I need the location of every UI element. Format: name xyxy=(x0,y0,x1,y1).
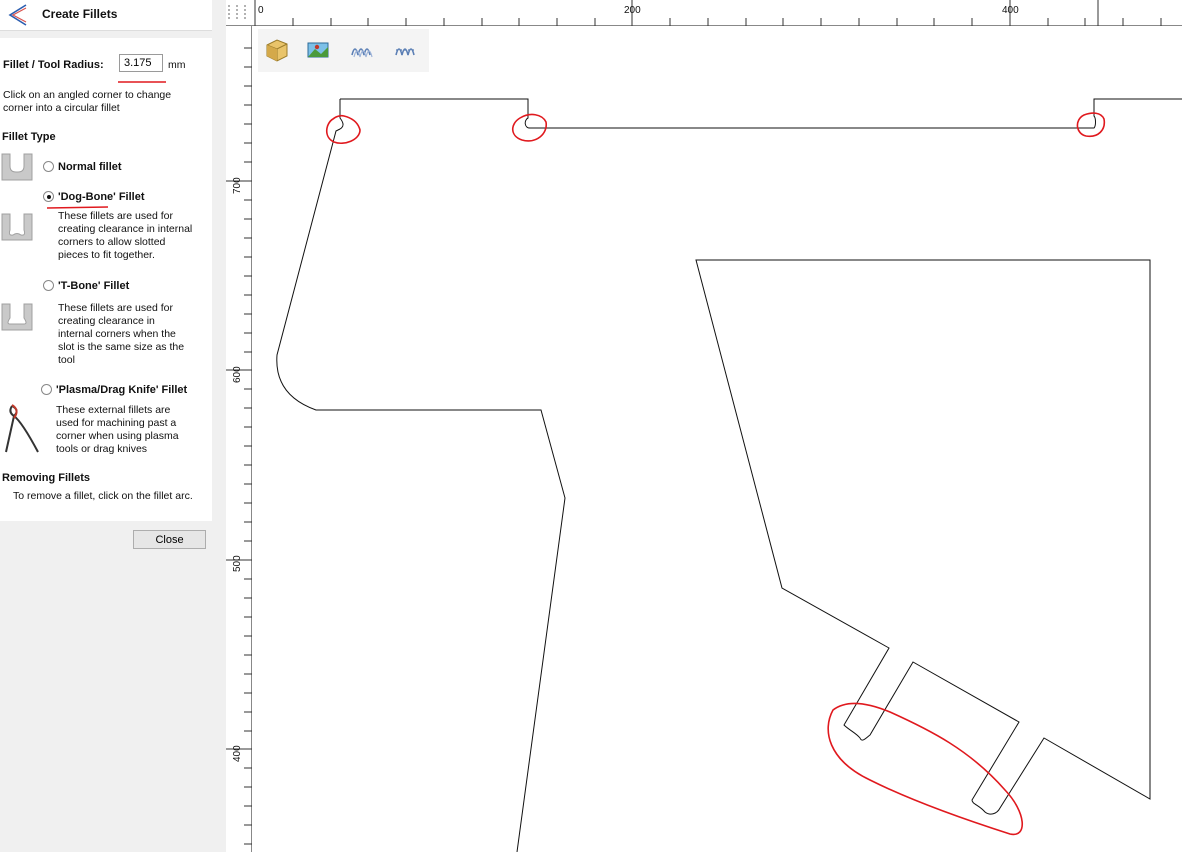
removing-fillets-heading: Removing Fillets xyxy=(2,472,91,484)
radius-input[interactable] xyxy=(119,54,163,72)
dog-bone-desc-2: creating clearance in internal xyxy=(58,223,193,235)
normal-fillet-label[interactable]: Normal fillet xyxy=(58,161,122,173)
horizontal-ruler xyxy=(226,0,1182,26)
t-bone-fillet-icon xyxy=(1,303,33,331)
instructions-line-1: Click on an angled corner to change xyxy=(3,89,172,101)
radius-unit: mm xyxy=(168,59,186,71)
t-bone-desc-1: These fillets are used for xyxy=(58,302,173,314)
plasma-fillet-label[interactable]: 'Plasma/Drag Knife' Fillet xyxy=(56,384,187,396)
instructions-line-2: corner into a circular fillet xyxy=(3,102,120,114)
radius-label: Fillet / Tool Radius: xyxy=(3,59,104,71)
plasma-desc-3: corner when using plasma xyxy=(56,430,179,442)
plasma-desc-1: These external fillets are xyxy=(56,404,171,416)
create-fillets-panel: Create Fillets Fillet / Tool Radius: mm … xyxy=(0,0,212,852)
removing-fillets-text: To remove a fillet, click on the fillet … xyxy=(13,490,193,502)
fillet-type-heading: Fillet Type xyxy=(2,131,56,143)
close-button[interactable]: Close xyxy=(133,530,206,549)
dog-bone-fillet-label[interactable]: 'Dog-Bone' Fillet xyxy=(58,191,145,203)
dog-bone-fillet-icon xyxy=(1,213,33,241)
t-bone-fillet-label[interactable]: 'T-Bone' Fillet xyxy=(58,280,129,292)
vertical-ruler xyxy=(226,0,252,852)
panel-gutter xyxy=(212,0,226,852)
render-image-icon[interactable] xyxy=(303,35,333,65)
dog-bone-desc-1: These fillets are used for xyxy=(58,210,173,222)
view-toolbar xyxy=(258,29,429,72)
dog-bone-desc-3: corners to allow slotted xyxy=(58,236,166,248)
plasma-desc-2: used for machining past a xyxy=(56,417,177,429)
plasma-fillet-icon xyxy=(5,404,39,453)
toolpath-icon[interactable] xyxy=(347,35,377,65)
plasma-desc-4: tools or drag knives xyxy=(56,443,148,455)
panel-title: Create Fillets xyxy=(42,7,118,21)
plasma-fillet-radio[interactable] xyxy=(41,384,52,395)
dog-bone-desc-4: pieces to fit together. xyxy=(58,249,155,261)
dog-bone-fillet-radio[interactable] xyxy=(43,191,54,202)
toolpath-simulation-icon[interactable] xyxy=(391,35,421,65)
t-bone-desc-2: creating clearance in xyxy=(58,315,155,327)
t-bone-fillet-radio[interactable] xyxy=(43,280,54,291)
normal-fillet-radio[interactable] xyxy=(43,161,54,172)
drawing-canvas[interactable] xyxy=(252,26,1182,852)
back-arrow-icon[interactable] xyxy=(4,2,30,28)
t-bone-desc-5: tool xyxy=(58,354,75,366)
normal-fillet-icon xyxy=(1,153,33,181)
t-bone-desc-3: internal corners when the xyxy=(58,328,176,340)
t-bone-desc-4: slot is the same size as the xyxy=(58,341,185,353)
3d-view-icon[interactable] xyxy=(261,35,291,65)
panel-header: Create Fillets xyxy=(0,0,212,31)
